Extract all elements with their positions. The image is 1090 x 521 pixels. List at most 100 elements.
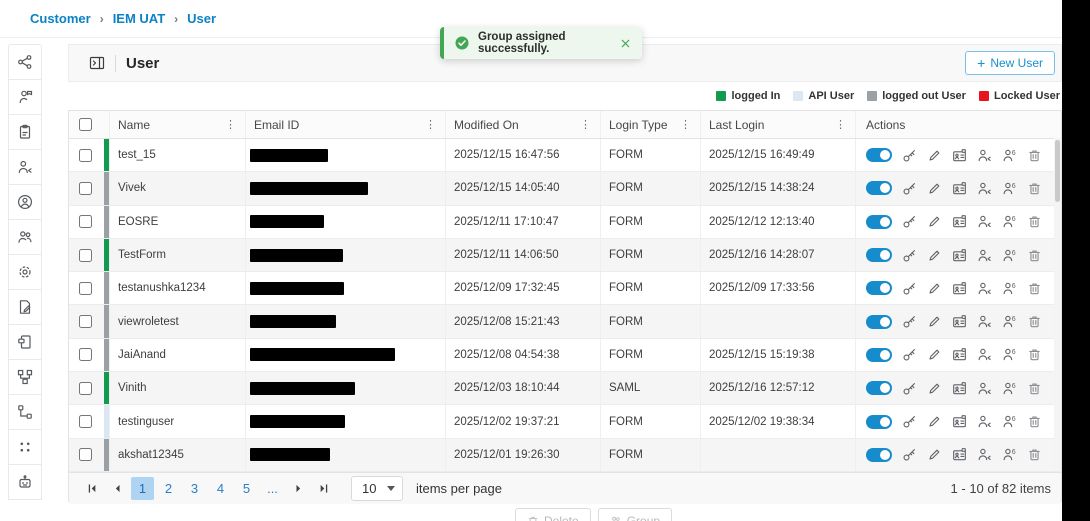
- user-revoke-icon[interactable]: [977, 447, 992, 462]
- edit-pencil-icon[interactable]: [927, 214, 942, 229]
- sidebar-item-settings[interactable]: [8, 254, 42, 290]
- previous-page-button[interactable]: [106, 478, 128, 500]
- reset-password-key-icon[interactable]: [902, 447, 917, 462]
- row-checkbox[interactable]: [78, 448, 92, 462]
- user-revoke-icon[interactable]: [977, 281, 992, 296]
- new-user-button[interactable]: + New User: [965, 51, 1055, 75]
- select-all-checkbox[interactable]: [78, 118, 92, 131]
- page-size-dropdown[interactable]: 10: [351, 476, 403, 501]
- page-button-3[interactable]: 3: [183, 477, 206, 500]
- sidebar-item-clipboard[interactable]: [8, 114, 42, 150]
- user-revoke-icon[interactable]: [977, 414, 992, 429]
- user-details-card-icon[interactable]: [952, 148, 967, 163]
- vertical-scrollbar[interactable]: [1054, 138, 1061, 471]
- sidebar-item-hierarchy[interactable]: [8, 394, 42, 430]
- row-checkbox[interactable]: [78, 248, 92, 262]
- row-checkbox[interactable]: [78, 281, 92, 295]
- user-groups-icon[interactable]: 6: [1002, 347, 1017, 362]
- column-menu-icon[interactable]: ⋮: [425, 118, 445, 131]
- reset-password-key-icon[interactable]: [902, 214, 917, 229]
- collapse-panel-icon[interactable]: [89, 55, 105, 71]
- sidebar-item-user-badge[interactable]: [8, 79, 42, 115]
- page-button-5[interactable]: 5: [235, 477, 258, 500]
- row-checkbox[interactable]: [78, 181, 92, 195]
- user-details-card-icon[interactable]: [952, 447, 967, 462]
- user-groups-icon[interactable]: 6: [1002, 281, 1017, 296]
- delete-trash-icon[interactable]: [1027, 248, 1042, 263]
- scrollbar-thumb[interactable]: [1055, 140, 1060, 202]
- user-enabled-toggle[interactable]: [866, 181, 892, 196]
- sidebar-item-bot[interactable]: [8, 464, 42, 500]
- user-revoke-icon[interactable]: [977, 314, 992, 329]
- delete-trash-icon[interactable]: [1027, 381, 1042, 396]
- page-button-2[interactable]: 2: [157, 477, 180, 500]
- user-details-card-icon[interactable]: [952, 214, 967, 229]
- user-details-card-icon[interactable]: [952, 347, 967, 362]
- edit-pencil-icon[interactable]: [927, 314, 942, 329]
- user-revoke-icon[interactable]: [977, 148, 992, 163]
- user-groups-icon[interactable]: 6: [1002, 214, 1017, 229]
- user-enabled-toggle[interactable]: [866, 447, 892, 462]
- breadcrumb-user[interactable]: User: [187, 11, 216, 26]
- column-menu-icon[interactable]: ⋮: [225, 118, 245, 131]
- user-enabled-toggle[interactable]: [866, 281, 892, 296]
- row-checkbox[interactable]: [78, 348, 92, 362]
- edit-pencil-icon[interactable]: [927, 181, 942, 196]
- breadcrumb-iem-uat[interactable]: IEM UAT: [113, 11, 165, 26]
- row-checkbox[interactable]: [78, 381, 92, 395]
- page-button-4[interactable]: 4: [209, 477, 232, 500]
- user-groups-icon[interactable]: 6: [1002, 447, 1017, 462]
- reset-password-key-icon[interactable]: [902, 281, 917, 296]
- delete-trash-icon[interactable]: [1027, 314, 1042, 329]
- first-page-button[interactable]: [81, 478, 103, 500]
- user-revoke-icon[interactable]: [977, 214, 992, 229]
- row-checkbox[interactable]: [78, 315, 92, 329]
- user-enabled-toggle[interactable]: [866, 347, 892, 362]
- reset-password-key-icon[interactable]: [902, 181, 917, 196]
- page-button-1[interactable]: 1: [131, 477, 154, 500]
- edit-pencil-icon[interactable]: [927, 414, 942, 429]
- edit-pencil-icon[interactable]: [927, 148, 942, 163]
- user-groups-icon[interactable]: 6: [1002, 381, 1017, 396]
- bulk-delete-button[interactable]: Delete: [515, 508, 591, 521]
- user-details-card-icon[interactable]: [952, 281, 967, 296]
- user-details-card-icon[interactable]: [952, 181, 967, 196]
- row-checkbox[interactable]: [78, 415, 92, 429]
- column-menu-icon[interactable]: ⋮: [680, 118, 700, 131]
- delete-trash-icon[interactable]: [1027, 414, 1042, 429]
- user-details-card-icon[interactable]: [952, 414, 967, 429]
- reset-password-key-icon[interactable]: [902, 314, 917, 329]
- sidebar-item-document-edit[interactable]: [8, 289, 42, 325]
- next-page-button[interactable]: [287, 478, 309, 500]
- breadcrumb-customer[interactable]: Customer: [30, 11, 91, 26]
- user-details-card-icon[interactable]: [952, 314, 967, 329]
- sidebar-item-users[interactable]: [8, 219, 42, 255]
- reset-password-key-icon[interactable]: [902, 347, 917, 362]
- user-details-card-icon[interactable]: [952, 248, 967, 263]
- user-enabled-toggle[interactable]: [866, 248, 892, 263]
- sidebar-item-account[interactable]: [8, 184, 42, 220]
- bulk-group-button[interactable]: Group: [597, 508, 673, 521]
- user-revoke-icon[interactable]: [977, 181, 992, 196]
- user-enabled-toggle[interactable]: [866, 214, 892, 229]
- delete-trash-icon[interactable]: [1027, 214, 1042, 229]
- reset-password-key-icon[interactable]: [902, 248, 917, 263]
- sidebar-item-document-tag[interactable]: [8, 324, 42, 360]
- delete-trash-icon[interactable]: [1027, 447, 1042, 462]
- row-checkbox[interactable]: [78, 215, 92, 229]
- user-groups-icon[interactable]: 6: [1002, 414, 1017, 429]
- edit-pencil-icon[interactable]: [927, 248, 942, 263]
- user-groups-icon[interactable]: 6: [1002, 181, 1017, 196]
- delete-trash-icon[interactable]: [1027, 281, 1042, 296]
- column-menu-icon[interactable]: ⋮: [835, 118, 855, 131]
- delete-trash-icon[interactable]: [1027, 181, 1042, 196]
- sidebar-item-apps[interactable]: [8, 429, 42, 465]
- user-enabled-toggle[interactable]: [866, 148, 892, 163]
- sidebar-item-workflow[interactable]: [8, 44, 42, 80]
- user-groups-icon[interactable]: 6: [1002, 248, 1017, 263]
- page-button-ellipsis[interactable]: ...: [261, 477, 284, 500]
- user-enabled-toggle[interactable]: [866, 414, 892, 429]
- row-checkbox[interactable]: [78, 148, 92, 162]
- user-enabled-toggle[interactable]: [866, 314, 892, 329]
- last-page-button[interactable]: [312, 478, 334, 500]
